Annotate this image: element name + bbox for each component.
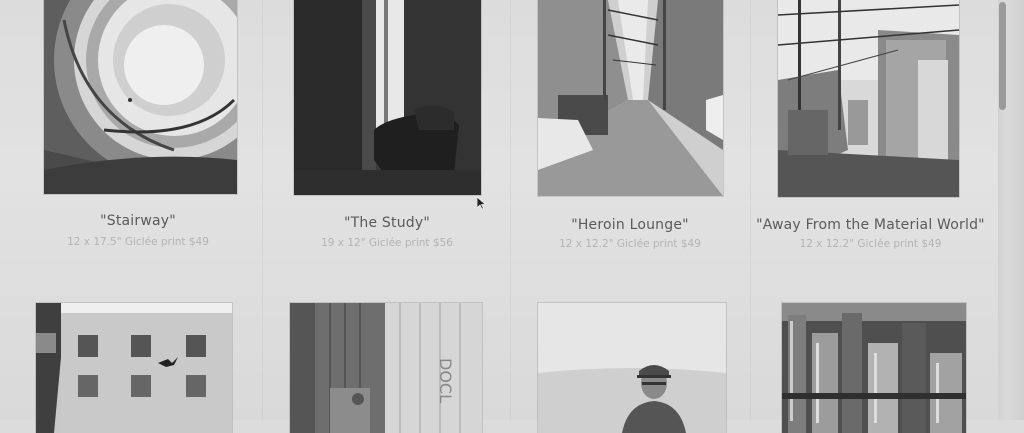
city-aerial-photo[interactable]: [782, 303, 966, 433]
window-edge: [1007, 0, 1024, 420]
photo-lettering: DOCL: [436, 358, 455, 403]
gallery-card-man-in-cap[interactable]: [510, 296, 750, 433]
card-meta: 12 x 12.2" Giclée print $49: [559, 238, 701, 250]
spiral-stairway-photo[interactable]: [44, 0, 237, 194]
gallery-card-building[interactable]: [0, 296, 262, 433]
gallery-card-away-from-the-material-world[interactable]: "Away From the Material World" 12 x 12.2…: [750, 0, 985, 262]
scrollbar-thumb[interactable]: [999, 2, 1006, 110]
building-with-bird-photo[interactable]: [36, 303, 232, 433]
mouse-cursor-icon: [477, 197, 486, 210]
card-meta: 12 x 17.5" Giclée print $49: [67, 236, 209, 248]
study-room-chair-photo[interactable]: [294, 0, 481, 195]
card-title[interactable]: "Away From the Material World": [756, 217, 985, 233]
photo-gallery: "Stairway" 12 x 17.5" Giclée print $49 "…: [0, 0, 1024, 433]
gallery-card-stairway[interactable]: "Stairway" 12 x 17.5" Giclée print $49: [0, 0, 262, 260]
card-title[interactable]: "The Study": [264, 215, 510, 231]
man-in-cap-photo[interactable]: [538, 303, 726, 433]
gallery-card-wooden-crate[interactable]: DOCL: [262, 296, 510, 433]
card-meta: 19 x 12" Giclée print $56: [321, 237, 453, 249]
power-lines-alley-photo[interactable]: [778, 0, 959, 197]
alley-photo[interactable]: [538, 0, 723, 196]
card-title[interactable]: "Stairway": [14, 213, 262, 229]
gallery-card-city-aerial[interactable]: [750, 296, 985, 433]
card-title[interactable]: "Heroin Lounge": [510, 217, 750, 233]
wooden-door-crate-photo[interactable]: DOCL: [290, 303, 482, 433]
gallery-card-the-study[interactable]: "The Study" 19 x 12" Giclée print $56: [262, 0, 510, 260]
gallery-card-heroin-lounge[interactable]: "Heroin Lounge" 12 x 12.2" Giclée print …: [510, 0, 750, 262]
vertical-scrollbar[interactable]: [998, 0, 1007, 420]
card-meta: 12 x 12.2" Giclée print $49: [799, 238, 942, 250]
